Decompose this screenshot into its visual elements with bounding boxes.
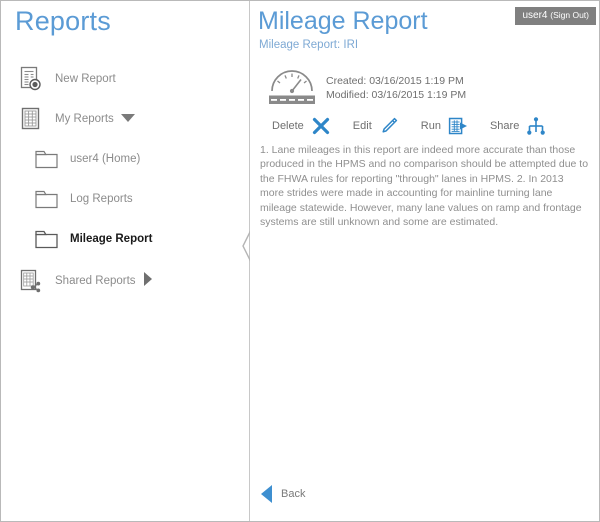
sidebar-nav: New Report My Reports (1, 59, 249, 301)
sidebar-item-label: Log Reports (70, 193, 133, 205)
back-label: Back (281, 488, 305, 500)
run-button[interactable]: Run (421, 116, 468, 136)
report-meta: Created: 03/16/2015 1:19 PM Modified: 03… (268, 67, 466, 107)
sidebar-item-label: My Reports (55, 113, 114, 125)
sidebar-item-shared-reports[interactable]: Shared Reports (1, 261, 249, 301)
sidebar-item-label: Mileage Report (70, 233, 152, 245)
user-name-label: user4 (522, 10, 547, 21)
sidebar-item-new-report[interactable]: New Report (1, 59, 249, 99)
modified-timestamp: Modified: 03/16/2015 1:19 PM (326, 88, 466, 102)
speedometer-road-icon (268, 67, 316, 107)
close-x-icon (311, 116, 331, 136)
sidebar-item-mileage-report[interactable]: Mileage Report (1, 219, 249, 259)
action-toolbar: Delete Edit Run (272, 116, 546, 136)
new-report-icon (19, 66, 43, 92)
edit-label: Edit (353, 120, 372, 132)
user-signout-button[interactable]: user4 (Sign Out) (515, 7, 596, 25)
run-label: Run (421, 120, 441, 132)
run-report-icon (448, 116, 468, 136)
report-description: 1. Lane mileages in this report are inde… (260, 143, 590, 229)
report-title: Mileage Report (258, 7, 428, 36)
sidebar-item-log-reports[interactable]: Log Reports (1, 179, 249, 219)
edit-button[interactable]: Edit (353, 116, 399, 136)
page-title: Reports (15, 6, 111, 37)
share-button[interactable]: Share (490, 116, 546, 136)
chevron-down-icon[interactable] (121, 110, 135, 128)
folder-icon (35, 150, 58, 169)
sidebar-panel: Reports New Report (1, 1, 249, 521)
back-button[interactable]: Back (260, 485, 305, 503)
sidebar-item-user4-home[interactable]: user4 (Home) (1, 139, 249, 179)
pencil-icon (379, 116, 399, 136)
sidebar-item-my-reports[interactable]: My Reports (1, 99, 249, 139)
sidebar-item-label: Shared Reports (55, 275, 136, 287)
delete-label: Delete (272, 120, 304, 132)
folder-icon (35, 190, 58, 209)
application-window: Reports New Report (0, 0, 600, 522)
sign-out-label: (Sign Out) (550, 10, 589, 20)
share-label: Share (490, 120, 519, 132)
report-subtitle: Mileage Report: IRI (259, 39, 358, 51)
my-reports-icon (19, 106, 43, 132)
chevron-right-icon[interactable] (143, 272, 153, 291)
shared-reports-icon (19, 268, 43, 294)
created-timestamp: Created: 03/16/2015 1:19 PM (326, 74, 466, 88)
delete-button[interactable]: Delete (272, 116, 331, 136)
share-nodes-icon (526, 116, 546, 136)
chevron-left-icon (260, 485, 274, 503)
folder-icon (35, 230, 58, 249)
sidebar-item-label: user4 (Home) (70, 153, 140, 165)
detail-panel: Mileage Report Mileage Report: IRI user4… (250, 1, 599, 521)
sidebar-item-label: New Report (55, 73, 116, 85)
